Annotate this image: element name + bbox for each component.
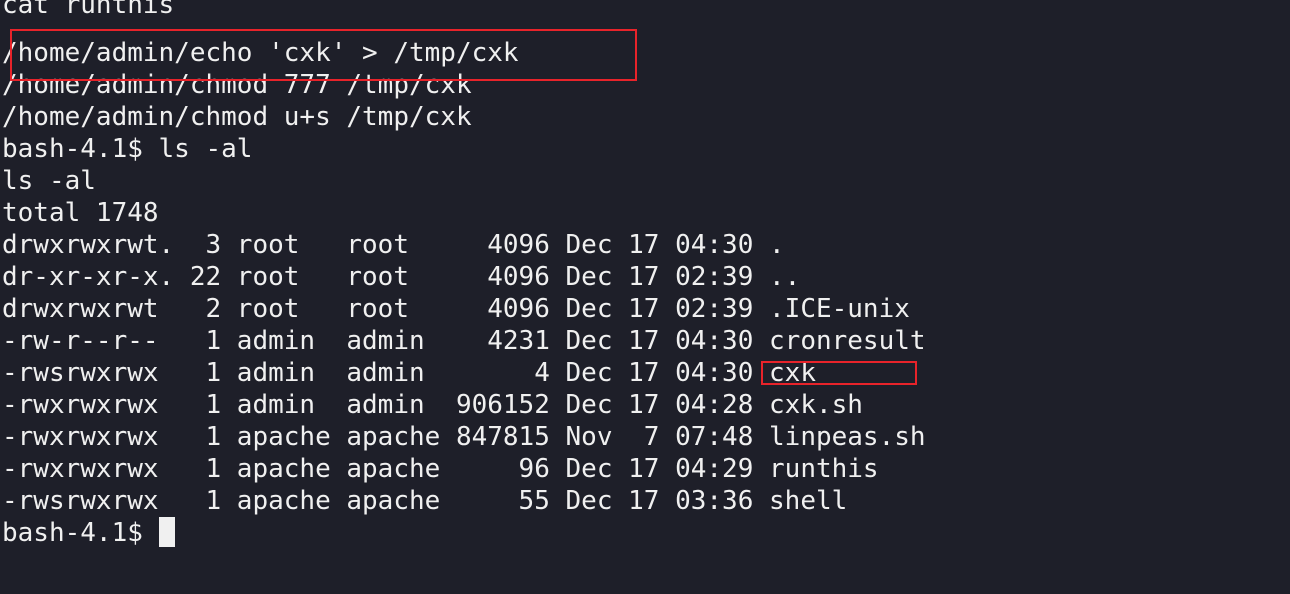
terminal-line: cat runthis xyxy=(2,0,175,20)
terminal-line: drwxrwxrwt 2 root root 4096 Dec 17 02:39… xyxy=(2,294,910,324)
terminal-line: -rwxrwxrwx 1 apache apache 96 Dec 17 04:… xyxy=(2,454,879,484)
terminal-line: /home/admin/echo 'cxk' > /tmp/cxk xyxy=(2,38,519,68)
terminal-line: -rwsrwxrwx 1 admin admin 4 Dec 17 04:30 … xyxy=(2,358,816,388)
terminal-prompt: bash-4.1$ xyxy=(2,518,159,548)
terminal-line: drwxrwxrwt. 3 root root 4096 Dec 17 04:3… xyxy=(2,230,785,260)
terminal-line: -rw-r--r-- 1 admin admin 4231 Dec 17 04:… xyxy=(2,326,926,356)
terminal-line: /home/admin/chmod 777 /tmp/cxk xyxy=(2,70,472,100)
terminal-cursor xyxy=(158,517,175,547)
terminal-prompt-line[interactable]: bash-4.1$ xyxy=(2,517,175,549)
terminal-line: /home/admin/chmod u+s /tmp/cxk xyxy=(2,102,472,132)
terminal-line: ls -al xyxy=(2,166,96,196)
terminal-line: dr-xr-xr-x. 22 root root 4096 Dec 17 02:… xyxy=(2,262,801,292)
terminal-window[interactable]: cat runthis /home/admin/echo 'cxk' > /tm… xyxy=(0,0,1290,594)
terminal-line: bash-4.1$ ls -al xyxy=(2,134,253,164)
terminal-line: -rwxrwxrwx 1 apache apache 847815 Nov 7 … xyxy=(2,422,926,452)
terminal-line: total 1748 xyxy=(2,198,159,228)
terminal-line: -rwsrwxrwx 1 apache apache 55 Dec 17 03:… xyxy=(2,486,848,516)
terminal-line: -rwxrwxrwx 1 admin admin 906152 Dec 17 0… xyxy=(2,390,863,420)
